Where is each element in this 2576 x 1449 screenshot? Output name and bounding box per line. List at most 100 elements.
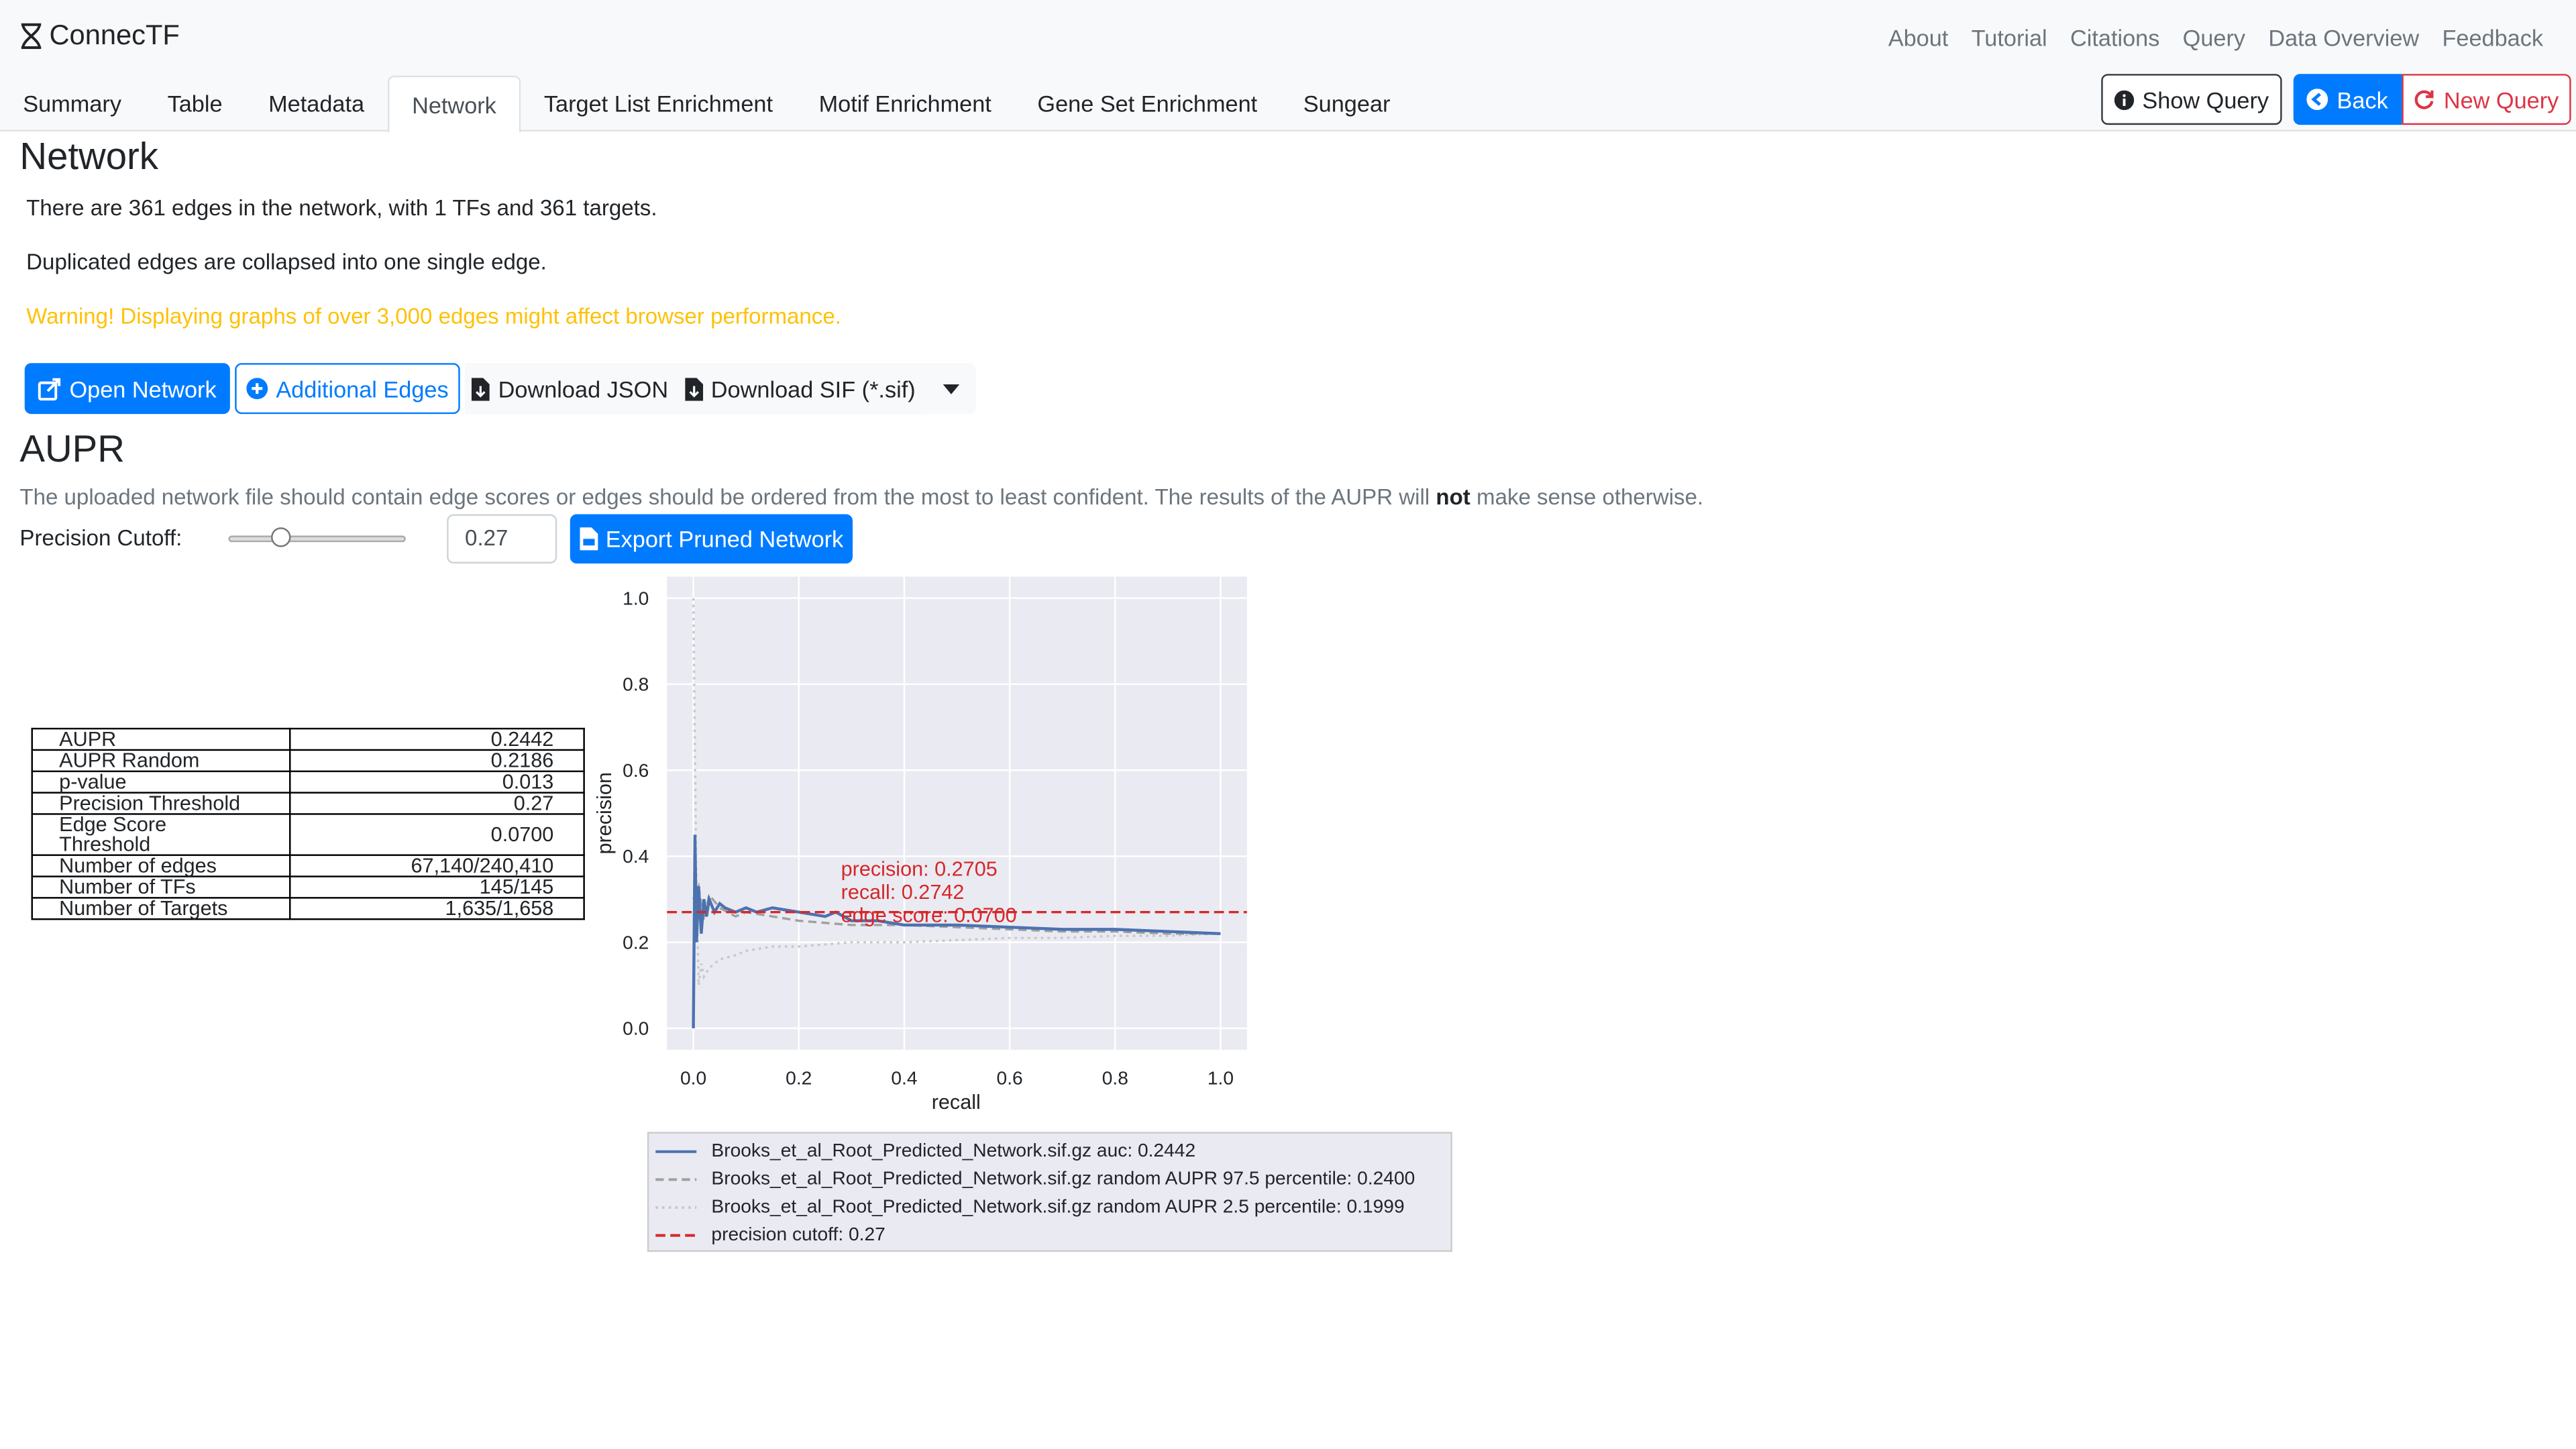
show-query-button[interactable]: Show Query <box>2101 74 2282 125</box>
top-navbar: ConnecTF About Tutorial Citations Query … <box>0 0 2576 133</box>
legend-swatch-solid <box>655 1149 697 1152</box>
tab-target-list-enrichment[interactable]: Target List Enrichment <box>521 76 796 130</box>
table-row: Edge Score Threshold 0.0700 <box>31 813 585 856</box>
table-row: Number of TFs 145/145 <box>31 875 585 899</box>
x-tick-label: 0.6 <box>997 1067 1023 1088</box>
network-heading: Network <box>19 134 158 178</box>
x-tick-label: 0.4 <box>891 1067 917 1088</box>
info-icon <box>2114 89 2135 109</box>
y-axis-label: precision <box>593 772 616 855</box>
x-tick-label: 0.2 <box>786 1067 812 1088</box>
table-row: p-value 0.013 <box>31 770 585 794</box>
aupr-stats-table: AUPR 0.2442 AUPR Random 0.2186 p-value 0.01… <box>31 727 585 920</box>
y-tick-label: 0.8 <box>623 674 649 695</box>
back-label: Back <box>2337 86 2388 113</box>
back-button[interactable]: Back <box>2293 74 2402 125</box>
stat-value: 67,140/240,410 <box>289 854 585 877</box>
stat-value: 145/145 <box>289 875 585 899</box>
table-row: Number of edges 67,140/240,410 <box>31 854 585 877</box>
refresh-icon <box>2415 90 2434 109</box>
additional-edges-label: Additional Edges <box>276 375 449 402</box>
file-export-icon <box>579 527 598 551</box>
nav-link-query[interactable]: Query <box>2183 25 2245 51</box>
table-row: Number of Targets 1,635/1,658 <box>31 897 585 920</box>
tab-table[interactable]: Table <box>144 76 246 130</box>
network-summary: There are 361 edges in the network, with… <box>26 195 657 221</box>
x-tick-label: 0.8 <box>1102 1067 1128 1088</box>
show-query-label: Show Query <box>2142 86 2269 113</box>
legend-swatch-dotted <box>655 1205 697 1208</box>
download-json-label: Download JSON <box>498 375 669 402</box>
x-axis-label: recall <box>932 1091 981 1114</box>
stat-key: p-value <box>31 770 291 794</box>
precision-cutoff-slider-handle[interactable] <box>271 527 291 547</box>
new-query-button[interactable]: New Query <box>2402 74 2571 125</box>
table-row: Precision Threshold 0.27 <box>31 792 585 815</box>
legend-label: precision cutoff: 0.27 <box>711 1224 885 1245</box>
tab-sungear[interactable]: Sungear <box>1281 76 1413 130</box>
aupr-note-text-end: make sense otherwise. <box>1470 484 1704 510</box>
legend-item: Brooks_et_al_Root_Predicted_Network.sif.… <box>649 1137 1195 1165</box>
brand[interactable]: ConnecTF <box>19 19 180 52</box>
legend-item: Brooks_et_al_Root_Predicted_Network.sif.… <box>649 1193 1405 1221</box>
tab-summary[interactable]: Summary <box>0 76 144 130</box>
chart-legend: Brooks_et_al_Root_Predicted_Network.sif.… <box>647 1132 1452 1252</box>
nav-link-tutorial[interactable]: Tutorial <box>1972 25 2047 51</box>
precision-recall-chart: 0.0 0.2 0.4 0.6 0.8 1.0 0.0 0.2 0.4 0.6 0.8 1.0 pre… <box>593 576 1247 1114</box>
stat-key: Edge Score Threshold <box>31 813 291 856</box>
nav-link-about[interactable]: About <box>1888 25 1949 51</box>
file-download-icon <box>472 377 490 400</box>
top-links: About Tutorial Citations Query Data Over… <box>1888 25 2543 51</box>
caret-down-icon <box>942 383 959 394</box>
tab-motif-enrichment[interactable]: Motif Enrichment <box>796 76 1014 130</box>
dna-hourglass-icon <box>21 23 42 49</box>
precision-cutoff-slider[interactable] <box>228 535 406 543</box>
nav-link-citations[interactable]: Citations <box>2070 25 2159 51</box>
legend-label: Brooks_et_al_Root_Predicted_Network.sif.… <box>711 1197 1405 1217</box>
table-row: AUPR 0.2442 <box>31 727 585 751</box>
export-pruned-network-button[interactable]: Export Pruned Network <box>570 514 853 564</box>
x-tick-label: 1.0 <box>1208 1067 1234 1088</box>
aupr-note-emphasis: not <box>1436 484 1470 510</box>
y-tick-label: 0.2 <box>623 932 649 953</box>
brand-name: ConnecTF <box>49 19 180 51</box>
new-query-label: New Query <box>2443 86 2559 113</box>
additional-edges-button[interactable]: Additional Edges <box>235 363 460 415</box>
tab-gene-set-enrichment[interactable]: Gene Set Enrichment <box>1014 76 1280 130</box>
tab-metadata[interactable]: Metadata <box>246 76 388 130</box>
external-link-icon <box>38 377 61 400</box>
stat-value: 1,635/1,658 <box>289 897 585 920</box>
aupr-heading: AUPR <box>19 427 125 470</box>
stat-value: 0.013 <box>289 770 585 794</box>
nav-link-feedback[interactable]: Feedback <box>2442 25 2543 51</box>
performance-warning: Warning! Displaying graphs of over 3,000… <box>26 304 841 329</box>
result-tabs: Summary Table Metadata Network Target Li… <box>0 75 1413 133</box>
aupr-note: The uploaded network file should contain… <box>19 484 1703 509</box>
open-network-button[interactable]: Open Network <box>24 363 230 415</box>
arrow-left-circle-icon <box>2307 89 2329 111</box>
tab-network[interactable]: Network <box>387 75 521 133</box>
table-row: AUPR Random 0.2186 <box>31 749 585 773</box>
legend-label: Brooks_et_al_Root_Predicted_Network.sif.… <box>711 1140 1196 1161</box>
download-dropdown-toggle[interactable] <box>924 363 976 415</box>
stat-key: AUPR <box>31 727 291 751</box>
annotation-line: precision: 0.2705 <box>841 858 998 881</box>
y-tick-label: 0.0 <box>623 1018 649 1039</box>
nav-link-data-overview[interactable]: Data Overview <box>2268 25 2419 51</box>
plot-area <box>667 576 1247 1050</box>
stat-value: 0.0700 <box>289 813 585 856</box>
y-tick-label: 0.6 <box>623 760 649 781</box>
annotation-line: recall: 0.2742 <box>841 881 965 904</box>
download-sif-label: Download SIF (*.sif) <box>710 375 916 402</box>
download-json-button[interactable]: Download JSON <box>465 363 676 415</box>
stat-value: 0.27 <box>289 792 585 815</box>
export-pruned-network-label: Export Pruned Network <box>605 525 844 552</box>
legend-label: Brooks_et_al_Root_Predicted_Network.sif.… <box>711 1169 1415 1189</box>
precision-cutoff-input[interactable]: 0.27 <box>447 514 557 564</box>
stat-value: 0.2442 <box>289 727 585 751</box>
open-network-label: Open Network <box>69 375 217 402</box>
stat-key: Number of TFs <box>31 875 291 899</box>
plus-circle-icon <box>246 378 268 400</box>
download-sif-button[interactable]: Download SIF (*.sif) <box>675 363 925 415</box>
file-download-icon <box>684 377 703 400</box>
